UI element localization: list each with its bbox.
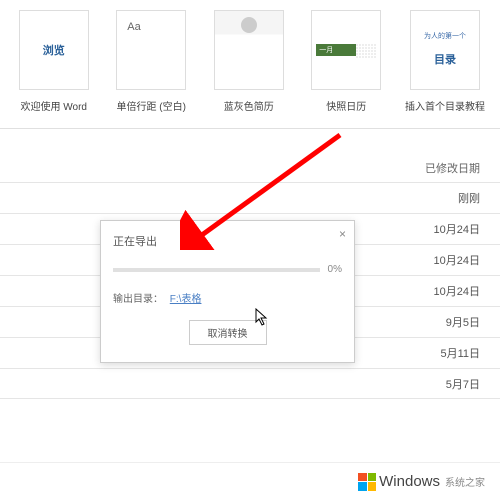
template-thumb: 浏览 [19,10,89,90]
cancel-button[interactable]: 取消转换 [189,320,267,345]
template-resume[interactable]: 蓝灰色简历 [210,10,288,113]
template-blank[interactable]: 单倍行距 (空白) [113,10,191,113]
column-header-modified[interactable]: 已修改日期 [0,154,500,182]
list-item[interactable]: 刚刚 [0,182,500,213]
template-label: 蓝灰色简历 [224,98,274,113]
template-label: 欢迎使用 Word [21,98,88,113]
progress-bar [113,268,320,272]
thumb-text: 浏览 [43,42,65,58]
progress-row: 0% [113,264,342,275]
template-label: 单倍行距 (空白) [117,98,186,113]
output-row: 输出目录： F:\表格 [113,290,342,305]
template-gallery: 浏览 欢迎使用 Word 单倍行距 (空白) 蓝灰色简历 一月 快照日历 为人的… [0,0,500,129]
template-thumb [214,10,284,90]
template-toc[interactable]: 为人的第一个 目录 插入首个目录教程 [405,10,485,113]
template-thumb: 一月 [311,10,381,90]
progress-percent: 0% [328,264,342,275]
watermark-brand: Windows [379,473,440,490]
close-icon[interactable]: × [339,227,346,241]
windows-logo-icon [358,473,376,491]
watermark-sub: 系统之家 [445,474,485,489]
output-path-link[interactable]: F:\表格 [170,294,202,305]
watermark-logo: Windows 系统之家 [358,473,485,491]
thumb-top-text: 为人的第一个 [424,33,466,41]
template-calendar[interactable]: 一月 快照日历 [308,10,386,113]
template-label: 快照日历 [326,98,366,113]
calendar-month: 一月 [316,44,356,56]
template-welcome[interactable]: 浏览 欢迎使用 Word [15,10,93,113]
template-thumb [116,10,186,90]
list-item[interactable]: 5月7日 [0,368,500,399]
template-thumb: 为人的第一个 目录 [410,10,480,90]
export-dialog: 正在导出 × 0% 输出目录： F:\表格 取消转换 [100,220,355,363]
thumb-text: 目录 [434,51,456,67]
template-label: 插入首个目录教程 [405,98,485,113]
dialog-title: 正在导出 [113,233,342,249]
calendar-grid [356,44,376,58]
output-label: 输出目录： [113,294,163,305]
watermark: Windows 系统之家 [0,462,500,500]
